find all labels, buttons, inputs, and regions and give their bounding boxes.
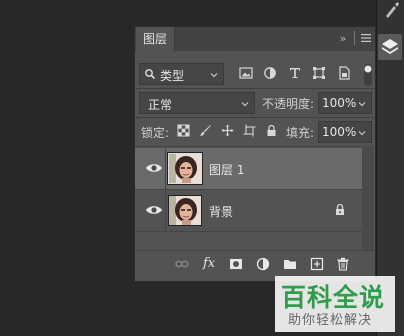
chevron-down-icon: [209, 69, 219, 79]
adjustment-layer-icon[interactable]: [256, 257, 270, 271]
panel-divider: [135, 88, 375, 89]
layers-panel-toggle-icon[interactable]: [378, 34, 402, 60]
shape-filter-icon[interactable]: [312, 66, 326, 80]
lock-icon[interactable]: [334, 203, 346, 216]
row-separator: [165, 190, 166, 231]
blend-mode-value: 正常: [148, 98, 173, 112]
collapse-panel-icon[interactable]: »: [334, 30, 352, 48]
list-divider: [135, 231, 362, 232]
layer-name: 背景: [209, 205, 234, 219]
layer-thumbnail: [168, 195, 202, 226]
lock-label: 锁定:: [141, 126, 170, 140]
layer-row-background[interactable]: 背景: [135, 190, 362, 231]
opacity-value: 100%: [322, 96, 357, 110]
chevron-down-icon: [240, 98, 250, 108]
visibility-eye-icon[interactable]: [145, 161, 163, 175]
lock-image-pixels-icon[interactable]: [199, 124, 212, 137]
panel-divider: [135, 117, 375, 118]
smart-object-filter-icon[interactable]: [337, 66, 351, 80]
chevron-down-icon[interactable]: [357, 98, 367, 108]
hamburger-icon[interactable]: [360, 32, 372, 44]
new-layer-icon[interactable]: [310, 257, 324, 271]
scrollbar[interactable]: [362, 146, 374, 250]
filter-toggle-switch[interactable]: [363, 63, 373, 87]
blend-mode-select[interactable]: 正常: [139, 92, 255, 114]
image-filter-icon[interactable]: [239, 66, 253, 80]
type-filter-icon[interactable]: [288, 66, 302, 80]
layer-name: 图层 1: [209, 163, 245, 177]
row-separator: [165, 148, 166, 189]
filter-kind-select[interactable]: 类型: [139, 63, 224, 85]
chevron-down-icon[interactable]: [357, 127, 367, 137]
tab-layers[interactable]: 图层: [136, 27, 175, 52]
fx-icon[interactable]: fx: [203, 257, 217, 271]
fill-label: 填充:: [286, 126, 315, 140]
filter-kind-label: 类型: [160, 69, 185, 83]
lock-all-icon[interactable]: [265, 124, 278, 137]
mask-icon[interactable]: [229, 257, 243, 271]
group-folder-icon[interactable]: [283, 257, 297, 271]
fill-value: 100%: [322, 125, 357, 139]
list-divider: [135, 146, 362, 147]
layer-row-layer1[interactable]: 图层 1: [135, 148, 362, 189]
link-layers-icon[interactable]: [175, 257, 189, 271]
visibility-eye-icon[interactable]: [145, 203, 163, 217]
titlebar-divider: [354, 31, 355, 45]
opacity-field[interactable]: 100%: [318, 92, 372, 114]
delete-icon[interactable]: [336, 257, 350, 271]
lock-transparent-pixels-icon[interactable]: [177, 124, 190, 137]
lock-position-icon[interactable]: [221, 124, 234, 137]
fill-field[interactable]: 100%: [318, 121, 372, 143]
watermark-subtitle: 助你轻松解决: [288, 313, 373, 328]
search-icon: [144, 68, 156, 83]
adjustment-filter-icon[interactable]: [263, 66, 277, 80]
layer-thumbnail: [167, 152, 203, 185]
lock-artboard-icon[interactable]: [243, 124, 256, 137]
opacity-label: 不透明度:: [262, 97, 315, 111]
brush-tool-icon[interactable]: [380, 0, 402, 20]
